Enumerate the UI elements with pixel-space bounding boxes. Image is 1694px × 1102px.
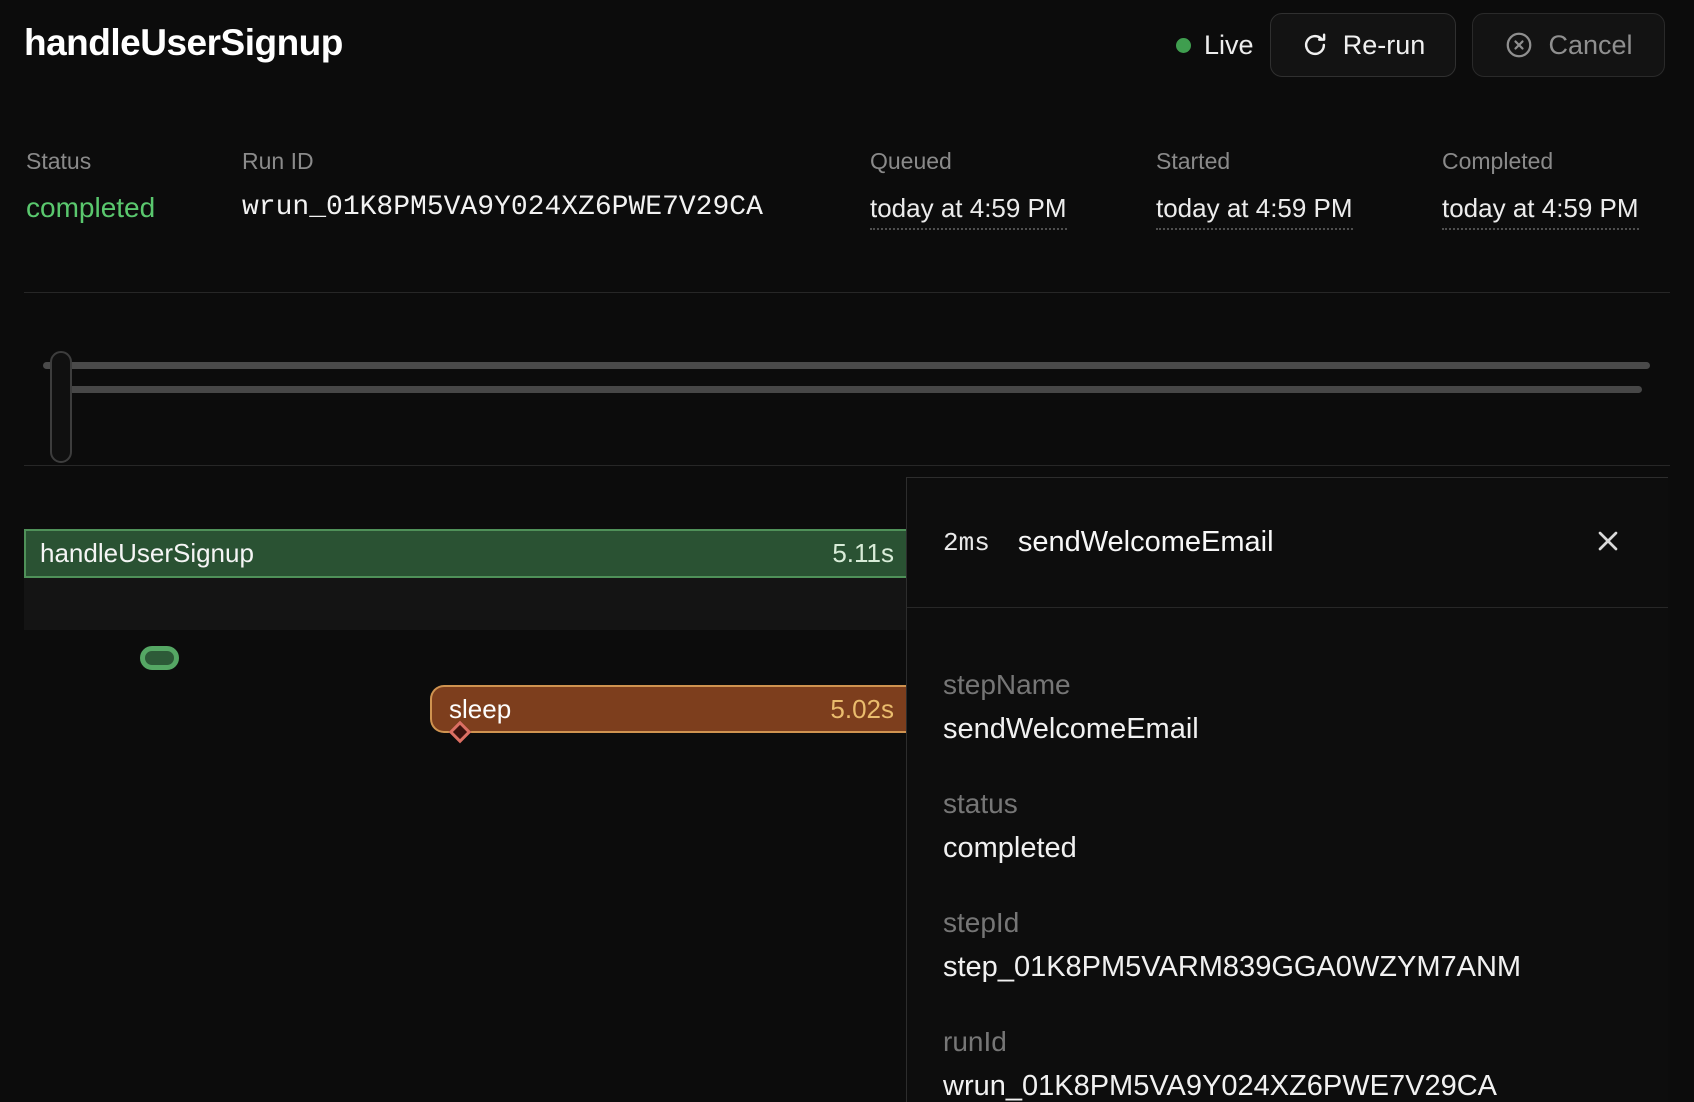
header-divider bbox=[24, 292, 1670, 293]
queued-time-value: today at 4:59 PM bbox=[870, 192, 1067, 230]
field-run-id-value: wrun_01K8PM5VA9Y024XZ6PWE7V29CA bbox=[943, 1068, 1628, 1102]
field-step-id-value: step_01K8PM5VARM839GGA0WZYM7ANM bbox=[943, 949, 1628, 985]
selected-step-row-highlight bbox=[24, 578, 906, 630]
meta-completed: Completed today at 4:59 PM bbox=[1442, 148, 1639, 230]
gantt-bar-sleep[interactable]: sleep 5.02s bbox=[430, 685, 906, 733]
run-id-value: wrun_01K8PM5VA9Y024XZ6PWE7V29CA bbox=[242, 192, 763, 223]
field-step-id-label: stepId bbox=[943, 906, 1628, 940]
minimap-scrubber-handle[interactable] bbox=[50, 351, 72, 463]
field-run-id: runId wrun_01K8PM5VA9Y024XZ6PWE7V29CA bbox=[943, 1025, 1628, 1102]
completed-time-value: today at 4:59 PM bbox=[1442, 192, 1639, 230]
page-title: handleUserSignup bbox=[24, 22, 343, 64]
step-duration-badge: 2ms bbox=[943, 528, 990, 558]
field-step-id: stepId step_01K8PM5VARM839GGA0WZYM7ANM bbox=[943, 906, 1628, 985]
gantt-workflow-duration: 5.11s bbox=[832, 538, 894, 569]
meta-started: Started today at 4:59 PM bbox=[1156, 148, 1353, 230]
close-panel-button[interactable] bbox=[1588, 521, 1628, 564]
meta-run-id-label: Run ID bbox=[242, 148, 763, 175]
cancel-button[interactable]: Cancel bbox=[1472, 13, 1665, 77]
workflow-run-page: handleUserSignup Live Re-run Cancel Stat… bbox=[0, 0, 1694, 1102]
live-label: Live bbox=[1204, 30, 1254, 61]
started-time-value: today at 4:59 PM bbox=[1156, 192, 1353, 230]
live-indicator: Live bbox=[1176, 30, 1254, 61]
timeline-divider bbox=[24, 465, 1670, 466]
gantt-workflow-label: handleUserSignup bbox=[40, 538, 254, 569]
minimap-sleep-track bbox=[60, 386, 1642, 393]
minimap-workflow-track bbox=[43, 362, 1650, 369]
field-status-label: status bbox=[943, 787, 1628, 821]
cancel-circle-x-icon bbox=[1504, 30, 1534, 60]
meta-status-label: Status bbox=[26, 148, 155, 175]
field-step-name-value: sendWelcomeEmail bbox=[943, 711, 1628, 747]
field-status: status completed bbox=[943, 787, 1628, 866]
gantt-sleep-label: sleep bbox=[449, 694, 511, 725]
field-step-name-label: stepName bbox=[943, 668, 1628, 702]
live-dot-icon bbox=[1176, 38, 1191, 53]
field-status-value: completed bbox=[943, 830, 1628, 866]
status-badge: completed bbox=[26, 192, 155, 223]
gantt-bar-workflow[interactable]: handleUserSignup 5.11s bbox=[24, 529, 906, 578]
refresh-icon bbox=[1301, 31, 1329, 59]
step-detail-header: 2ms sendWelcomeEmail bbox=[907, 478, 1668, 608]
rerun-label: Re-run bbox=[1343, 30, 1426, 61]
cancel-label: Cancel bbox=[1548, 30, 1632, 61]
gantt-sleep-duration: 5.02s bbox=[830, 694, 894, 725]
meta-queued-label: Queued bbox=[870, 148, 1067, 175]
field-run-id-label: runId bbox=[943, 1025, 1628, 1059]
meta-started-label: Started bbox=[1156, 148, 1353, 175]
step-detail-title: sendWelcomeEmail bbox=[1018, 526, 1274, 559]
field-step-name: stepName sendWelcomeEmail bbox=[943, 668, 1628, 747]
meta-completed-label: Completed bbox=[1442, 148, 1639, 175]
meta-queued: Queued today at 4:59 PM bbox=[870, 148, 1067, 230]
meta-run-id: Run ID wrun_01K8PM5VA9Y024XZ6PWE7V29CA bbox=[242, 148, 763, 224]
step-detail-panel: 2ms sendWelcomeEmail stepName sendWelcom… bbox=[906, 477, 1668, 1102]
gantt-step-marker-sendwelcomeemail[interactable] bbox=[140, 646, 179, 670]
meta-status: Status completed bbox=[26, 148, 155, 224]
step-detail-body: stepName sendWelcomeEmail status complet… bbox=[907, 608, 1668, 1102]
close-icon bbox=[1592, 545, 1624, 560]
rerun-button[interactable]: Re-run bbox=[1270, 13, 1456, 77]
